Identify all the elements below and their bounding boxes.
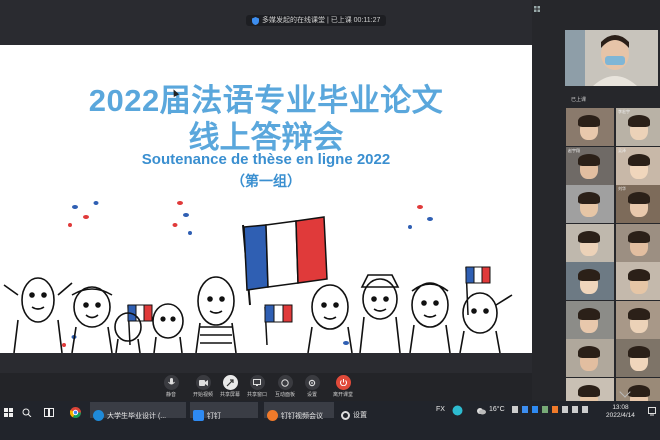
mute-icon	[163, 375, 179, 390]
notification-icon[interactable]	[648, 407, 656, 416]
tray-app-icon[interactable]	[542, 406, 548, 413]
cartoon-people-illustration	[3, 201, 513, 353]
settings-button[interactable]: 设置	[295, 375, 329, 398]
weather-temperature[interactable]: 16°C	[489, 406, 505, 413]
attended-section-label: 已上课	[571, 97, 587, 103]
french-flag-large	[242, 216, 328, 306]
wifi-icon[interactable]	[572, 406, 578, 413]
participant-hair	[578, 384, 600, 397]
participant-name: 吴泽	[618, 147, 626, 153]
participant-hair	[578, 346, 600, 358]
participant-hair	[578, 115, 600, 127]
windows-start-icon[interactable]	[4, 408, 13, 417]
participant-name: 李宏宇	[618, 109, 630, 114]
settings-icon	[304, 375, 320, 390]
presentation-slide: 2022届法语专业毕业论文 线上答辩会 Soutenance de thèse …	[0, 45, 532, 353]
participant-hair	[628, 384, 650, 397]
grid-view-icon[interactable]	[534, 6, 540, 12]
shield-icon	[252, 16, 259, 25]
participant-hair	[628, 230, 650, 243]
participant-tile[interactable]: 李宏宇	[616, 108, 660, 146]
tray-app-icon[interactable]	[552, 406, 558, 413]
participant-tile[interactable]: 赵宇翔	[566, 146, 614, 185]
gear-icon	[341, 410, 350, 420]
taskbar-clock[interactable]: 13:08 2022/4/14	[606, 404, 635, 420]
participant-hair	[578, 269, 600, 281]
weather-icon	[477, 408, 486, 415]
participant-hair	[578, 192, 600, 204]
volume-icon[interactable]	[582, 406, 588, 413]
participant-hair	[578, 230, 600, 243]
host-person-image	[565, 30, 658, 86]
search-icon[interactable]	[22, 408, 32, 417]
leave-class-button[interactable]: 离开课堂	[326, 375, 360, 398]
participant-hair	[578, 153, 600, 166]
tray-app-icon[interactable]	[532, 406, 538, 413]
chat-icon	[277, 375, 293, 390]
participant-name: 赵宇翔	[568, 147, 580, 153]
clock-time: 13:08	[612, 404, 629, 411]
taskbar-item-settings[interactable]: 设置	[341, 410, 367, 420]
tray-app-icon[interactable]	[522, 406, 528, 413]
task-view-icon[interactable]	[44, 408, 54, 417]
taskbar-item-dingtalk-meeting[interactable]: 钉钉视频会议	[267, 410, 323, 421]
slide-subtitle: Soutenance de thèse en ligne 2022	[141, 151, 391, 168]
video-icon	[195, 375, 211, 390]
participant-tile[interactable]	[616, 262, 660, 300]
participant-hair	[628, 192, 650, 204]
taskbar-item-dingtalk[interactable]: 钉钉	[193, 410, 221, 421]
participant-hair	[578, 307, 600, 320]
participant-tile[interactable]	[566, 262, 614, 300]
host-video[interactable]	[565, 30, 658, 86]
chrome-icon[interactable]	[70, 407, 81, 418]
share-screen-icon	[222, 375, 238, 390]
dingtalk-icon	[193, 410, 204, 421]
window-icon	[249, 375, 265, 390]
edge-icon	[93, 410, 104, 421]
slide-group-label: （第一组）	[231, 173, 301, 189]
participant-tile[interactable]	[616, 339, 660, 377]
tray-app-icon[interactable]	[512, 406, 518, 413]
participant-hair	[628, 269, 650, 281]
participant-tile[interactable]: 吴泽	[616, 146, 660, 185]
participant-tile[interactable]	[566, 339, 614, 377]
meeting-toolbar: 静音 开始视频 共享屏幕 共享窗口 互动面板 设置 离开课堂	[0, 373, 532, 401]
tray-app-icon[interactable]	[562, 406, 568, 413]
participant-name: 刘华	[618, 186, 626, 191]
participant-hair	[628, 307, 650, 320]
participant-tile[interactable]	[616, 300, 660, 339]
participant-tile[interactable]: 刘华	[616, 185, 660, 223]
dingtalk-meeting-icon	[267, 410, 278, 421]
participant-hair	[628, 115, 650, 127]
ime-icon[interactable]	[452, 405, 463, 416]
clock-date: 2022/4/14	[606, 412, 635, 419]
participant-tile[interactable]	[616, 223, 660, 262]
leave-icon	[335, 375, 351, 390]
meeting-status-text: 多媒发起的在线课堂 | 已上课 00:11:27	[262, 17, 381, 24]
screen: 多媒发起的在线课堂 | 已上课 00:11:27 2022届法语专业毕业论文 线…	[0, 0, 660, 440]
system-tray-icons	[512, 406, 588, 413]
participant-tile[interactable]	[566, 223, 614, 262]
mute-button[interactable]: 静音	[154, 375, 188, 398]
taskbar-item-edge[interactable]: 大学生毕业设计 (...	[93, 410, 166, 421]
participant-hair	[628, 346, 650, 358]
participant-tile[interactable]	[566, 108, 614, 146]
shared-screen-area: 2022届法语专业毕业论文 线上答辩会 Soutenance de thèse …	[0, 28, 532, 373]
participant-tile[interactable]	[566, 185, 614, 223]
participant-hair	[628, 153, 650, 166]
meeting-status-pill[interactable]: 多媒发起的在线课堂 | 已上课 00:11:27	[246, 15, 387, 26]
input-language[interactable]: FX	[436, 406, 445, 413]
participant-tile[interactable]	[566, 300, 614, 339]
